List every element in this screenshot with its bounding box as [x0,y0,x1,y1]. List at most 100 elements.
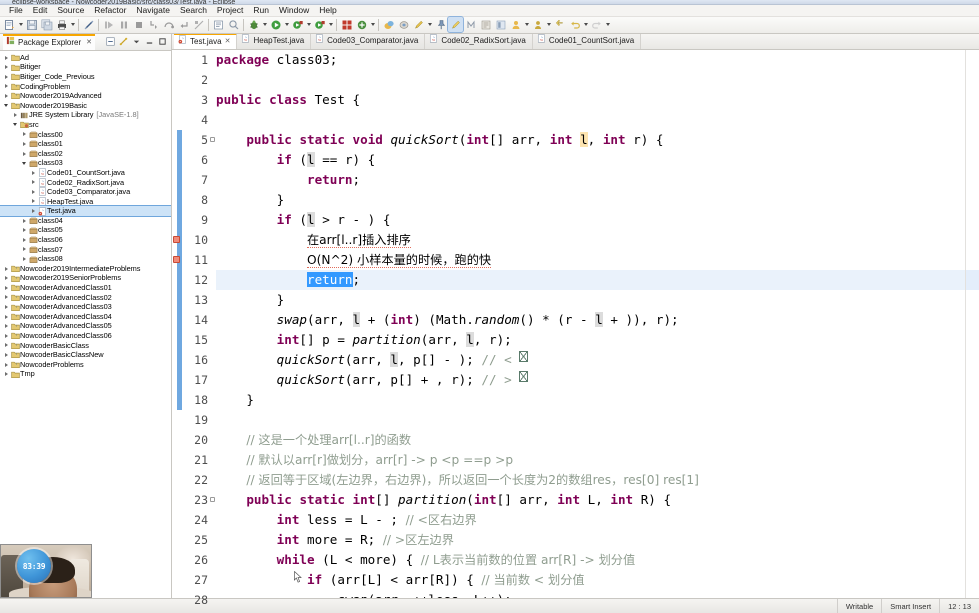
tree-item-nowcoderbasicclass[interactable]: NowcoderBasicClass [0,341,171,351]
toggle-mark-occurrences-icon[interactable] [447,16,464,34]
annotation-ruler[interactable] [172,49,184,598]
editor-tab-heaptest-java[interactable]: HeapTest.java [237,33,312,49]
code-editor[interactable]: 1 2 3 4 5 6 7 8 9 10 11 12 13 14 15 16 17 18 19 20 21 22 23 24 2… [172,49,979,613]
code-line-12[interactable]: return; [216,269,965,290]
step-over-icon[interactable] [161,17,176,32]
tree-item-nowcoderadvancedclass02[interactable]: NowcoderAdvancedClass02 [0,293,171,303]
code-line-7[interactable]: return; [216,170,965,190]
back-dropdown-icon[interactable] [582,17,589,32]
code-line-1[interactable]: package class03; [216,50,965,70]
tree-item-code03-comparator-java[interactable]: Code03_Comparator.java [0,187,171,197]
chevron-right-icon[interactable] [2,56,10,60]
chevron-right-icon[interactable] [20,132,28,136]
link-with-editor-icon[interactable] [117,35,129,48]
chevron-right-icon[interactable] [20,228,28,232]
tree-item-class06[interactable]: class06 [0,235,171,245]
tree-item-class00[interactable]: class00 [0,130,171,140]
editor-tab-code02-radixsort-java[interactable]: Code02_RadixSort.java [425,33,533,49]
coverage-dropdown-icon[interactable] [327,17,334,32]
debug-icon[interactable] [246,17,261,32]
editor-tab-test-java[interactable]: Test.java ✕ [174,33,238,49]
chevron-right-icon[interactable] [29,199,37,203]
menu-source[interactable]: Source [52,4,89,16]
source-code-text[interactable]: package class03; public class Test { publ… [212,50,965,598]
chevron-right-icon[interactable] [2,343,10,347]
code-line-26[interactable]: while (L < more) { // L表示当前数的位置 arr[R] -… [216,550,965,570]
code-line-23[interactable]: public static int[] partition(int[] arr,… [216,490,965,510]
chevron-right-icon[interactable] [20,219,28,223]
print-icon[interactable] [54,17,69,32]
run-icon[interactable] [268,17,283,32]
resume-icon[interactable] [101,17,116,32]
tree-item-class08[interactable]: class08 [0,254,171,264]
tree-item-nowcoderadvancedclass04[interactable]: NowcoderAdvancedClass04 [0,312,171,322]
code-line-10[interactable]: 在arr[l..r]插入排序 [216,230,965,250]
new-java-project-icon[interactable] [339,17,354,32]
chevron-right-icon[interactable] [2,363,10,367]
run-external-dropdown-icon[interactable] [305,17,312,32]
code-line-16[interactable]: quickSort(arr, l, p[] - ); // < 区 [216,350,965,370]
chevron-right-icon[interactable] [2,267,10,271]
chevron-right-icon[interactable] [29,171,37,175]
coverage-icon[interactable] [312,17,327,32]
overview-ruler[interactable] [965,49,979,598]
minimize-icon[interactable] [143,35,155,48]
step-return-icon[interactable] [176,17,191,32]
maximize-icon[interactable] [156,35,168,48]
back-icon[interactable] [567,17,582,32]
tree-item-nowcoderadvancedclass06[interactable]: NowcoderAdvancedClass06 [0,331,171,341]
skip-breakpoints-icon[interactable] [396,17,411,32]
tree-item-nowcoderbasicclassnew[interactable]: NowcoderBasicClassNew [0,350,171,360]
tree-item-nowcoderadvancedclass05[interactable]: NowcoderAdvancedClass05 [0,321,171,331]
code-line-5[interactable]: public static void quickSort(int[] arr, … [216,130,965,150]
tree-item-jre-system-library[interactable]: JRE System Library [JavaSE-1.8] [0,110,171,120]
tree-item-nowcoderproblems[interactable]: NowcoderProblems [0,360,171,370]
code-line-15[interactable]: int[] p = partition(arr, l, r); [216,330,965,350]
code-line-20[interactable]: // 这是一个处理arr[l..r]的函数 [216,430,965,450]
chevron-right-icon[interactable] [2,84,10,88]
code-line-25[interactable]: int more = R; // >区左边界 [216,530,965,550]
print-dropdown-icon[interactable] [69,17,76,32]
code-line-8[interactable]: } [216,190,965,210]
user-dropdown-icon[interactable] [523,17,530,32]
tree-item-code02-radixsort-java[interactable]: Code02_RadixSort.java [0,178,171,188]
code-line-14[interactable]: swap(arr, l + (int) (Math.random() * (r … [216,310,965,330]
perspective-icon[interactable] [530,17,545,32]
tree-item-nowcoder2019seniorproblems[interactable]: Nowcoder2019SeniorProblems [0,273,171,283]
chevron-right-icon[interactable] [29,180,37,184]
menu-file[interactable]: File [4,4,28,16]
code-line-6[interactable]: if (l == r) { [216,150,965,170]
code-line-27[interactable]: if (arr[L] < arr[R]) { // 当前数 < 划分值 [216,570,965,590]
error-marker-icon[interactable] [173,235,180,243]
tree-item-class05[interactable]: class05 [0,225,171,235]
chevron-right-icon[interactable] [20,247,28,251]
tree-item-class07[interactable]: class07 [0,245,171,255]
chevron-right-icon[interactable] [2,295,10,299]
tree-item-class04[interactable]: class04 [0,216,171,226]
tree-item-nowcoderadvancedclass01[interactable]: NowcoderAdvancedClass01 [0,283,171,293]
chevron-right-icon[interactable] [29,190,37,194]
tree-item-tmp[interactable]: Tmp [0,369,171,379]
chevron-right-icon[interactable] [2,334,10,338]
chevron-right-icon[interactable] [20,142,28,146]
tree-item-class02[interactable]: class02 [0,149,171,159]
chevron-down-icon[interactable] [20,162,28,165]
chevron-right-icon[interactable] [2,305,10,309]
chevron-right-icon[interactable] [2,324,10,328]
error-marker-icon[interactable] [173,255,180,263]
run-external-icon[interactable] [290,17,305,32]
save-icon[interactable] [24,17,39,32]
tree-item-class01[interactable]: class01 [0,139,171,149]
chevron-right-icon[interactable] [20,238,28,242]
chevron-right-icon[interactable] [2,372,10,376]
chevron-right-icon[interactable] [20,152,28,156]
code-line-9[interactable]: if (l > r - ) { [216,210,965,230]
chevron-right-icon[interactable] [2,276,10,280]
code-line-21[interactable]: // 默认以arr[r]做划分，arr[r] -> p <p ==p >p [216,450,965,470]
tab-package-explorer[interactable]: Package Explorer ✕ [3,33,96,50]
code-line-17[interactable]: quickSort(arr, p[] + , r); // > 区 [216,370,965,390]
menu-help[interactable]: Help [314,4,341,16]
tree-item-codingproblem[interactable]: CodingProblem [0,82,171,92]
chevron-right-icon[interactable] [11,113,19,117]
tree-item-src[interactable]: src [0,120,171,130]
